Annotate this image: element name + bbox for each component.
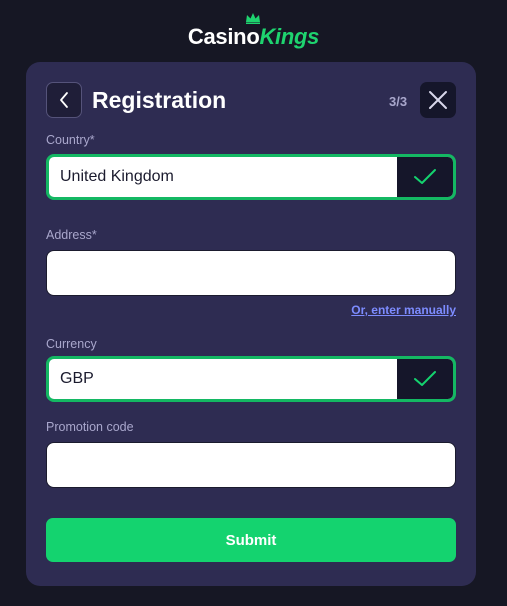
check-icon [414, 169, 436, 184]
country-input[interactable] [49, 157, 397, 197]
currency-input[interactable] [49, 359, 397, 399]
logo-kings-text: Kings [259, 24, 320, 49]
close-button[interactable] [420, 82, 456, 118]
check-icon [414, 371, 436, 386]
logo-casino-text: Casino [187, 24, 260, 49]
close-icon [429, 91, 447, 109]
country-field[interactable] [46, 154, 456, 200]
address-field[interactable] [46, 250, 456, 296]
address-input[interactable] [47, 251, 455, 295]
submit-button[interactable]: Submit [46, 518, 456, 562]
logo-wordmark: CasinoKings [187, 13, 320, 50]
crown-icon [245, 13, 260, 24]
currency-label: Currency [46, 337, 97, 351]
currency-valid-indicator [397, 359, 453, 399]
country-label: Country* [46, 133, 95, 147]
enter-manually-link[interactable]: Or, enter manually [351, 303, 456, 317]
back-button[interactable] [46, 82, 82, 118]
promotion-code-input[interactable] [47, 443, 455, 487]
currency-field[interactable] [46, 356, 456, 402]
promotion-code-field[interactable] [46, 442, 456, 488]
chevron-left-icon [60, 92, 68, 108]
address-label: Address* [46, 228, 97, 242]
promotion-code-label: Promotion code [46, 420, 134, 434]
country-valid-indicator [397, 157, 453, 197]
step-indicator: 3/3 [389, 94, 408, 109]
page-title: Registration [92, 87, 227, 113]
brand-logo: CasinoKings [0, 13, 507, 50]
registration-card: Registration 3/3 Country* Address* Or, e… [26, 62, 476, 586]
